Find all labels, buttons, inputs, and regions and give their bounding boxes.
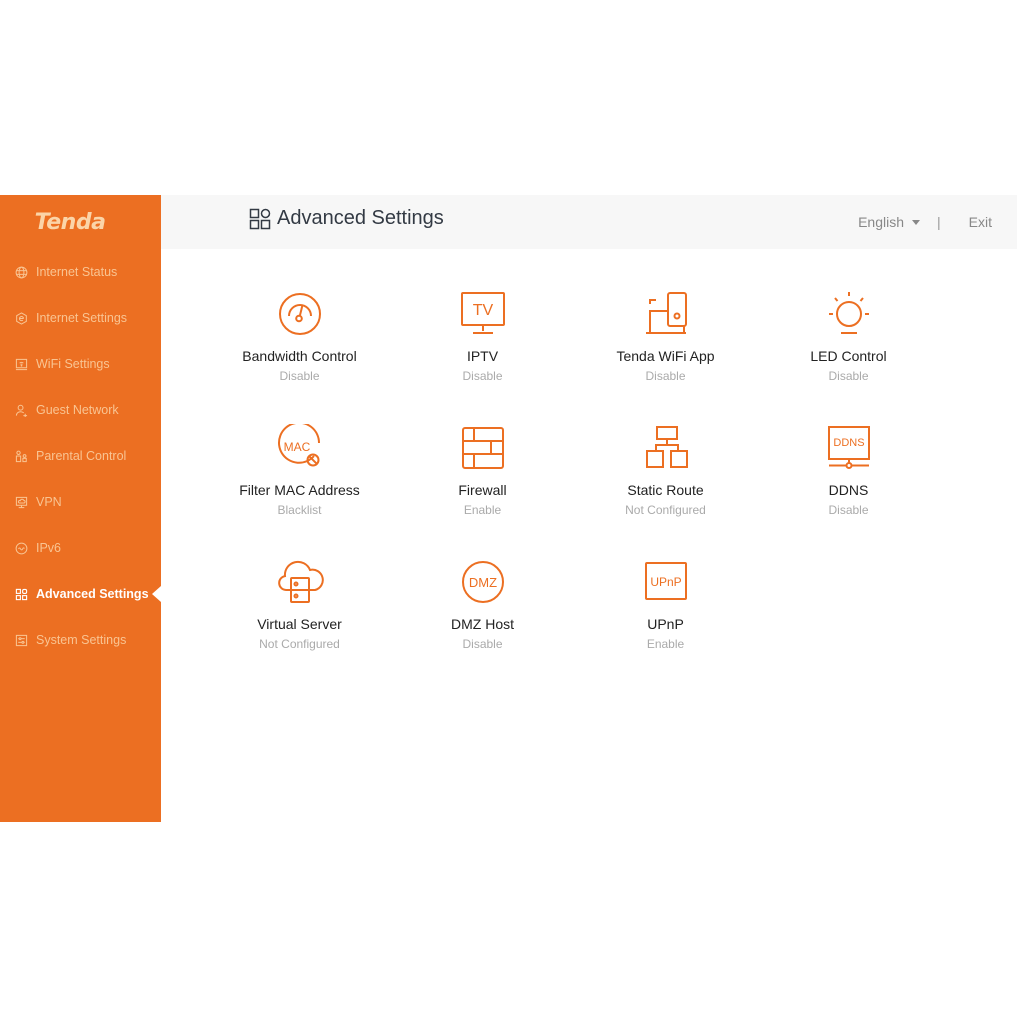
- language-select[interactable]: English: [858, 214, 921, 230]
- brick-wall-icon: [459, 424, 507, 472]
- sidebar: Tenda Internet Status Internet Settings …: [0, 195, 161, 822]
- router-admin-app: Tenda Internet Status Internet Settings …: [0, 195, 1017, 822]
- mac-icon-text: MAC: [283, 440, 310, 454]
- sidebar-item-label: Parental Control: [36, 449, 127, 463]
- ddns-icon-text: DDNS: [833, 437, 864, 449]
- tile-label: Tenda WiFi App: [616, 348, 715, 364]
- internet-settings-icon: [15, 311, 28, 325]
- tile-label: DMZ Host: [451, 616, 514, 632]
- tile-label: Static Route: [627, 482, 704, 498]
- page-title: Advanced Settings: [249, 207, 444, 230]
- tile-status: Disable: [645, 369, 686, 383]
- tile-led-control[interactable]: LED Control Disable: [757, 290, 940, 410]
- tile-label: Firewall: [458, 482, 507, 498]
- tile-label: IPTV: [466, 348, 499, 364]
- tile-label: Filter MAC Address: [239, 482, 360, 498]
- tile-filter-mac-address[interactable]: MAC Filter MAC Address Blacklist: [208, 421, 391, 544]
- sidebar-item-label: Advanced Settings: [36, 587, 149, 601]
- tile-tenda-wifi-app[interactable]: Tenda WiFi App Disable: [574, 290, 757, 410]
- tile-status: Disable: [828, 503, 869, 517]
- tile-status: Disable: [462, 369, 503, 383]
- tile-status: Not Configured: [259, 637, 340, 651]
- advanced-settings-grid: Bandwidth Control Disable TV IPTV Disabl…: [208, 290, 948, 678]
- sidebar-item-internet-status[interactable]: Internet Status: [0, 249, 161, 295]
- chevron-down-icon: [912, 219, 921, 225]
- sidebar-item-guest-network[interactable]: Guest Network: [0, 387, 161, 433]
- tile-status: Enable: [463, 503, 502, 517]
- page-title-text: Advanced Settings: [277, 207, 444, 229]
- guest-user-icon: [15, 404, 28, 417]
- tile-label: Virtual Server: [257, 616, 342, 632]
- tile-status: Disable: [828, 369, 869, 383]
- tv-icon-text: TV: [472, 302, 493, 319]
- phone-app-icon: [642, 290, 690, 338]
- wifi-monitor-icon: [15, 358, 28, 371]
- tile-status: Not Configured: [625, 503, 706, 517]
- tile-status: Blacklist: [277, 503, 322, 517]
- gauge-icon: [276, 290, 324, 338]
- tenda-logo: Tenda: [34, 209, 106, 235]
- tile-upnp[interactable]: UPnP UPnP Enable: [574, 558, 757, 678]
- top-header: Advanced Settings English | Exit: [161, 195, 1017, 249]
- ddns-monitor-icon: DDNS: [825, 424, 873, 472]
- tile-iptv[interactable]: TV IPTV Disable: [391, 290, 574, 410]
- globe-icon: [15, 266, 28, 279]
- cloud-server-icon: [276, 558, 324, 606]
- language-value: English: [858, 214, 905, 230]
- dmz-icon-text: DMZ: [468, 575, 496, 590]
- vpn-monitor-icon: [15, 496, 28, 509]
- exit-link[interactable]: Exit: [969, 214, 992, 230]
- header-divider: |: [937, 214, 941, 230]
- sidebar-item-wifi-settings[interactable]: WiFi Settings: [0, 341, 161, 387]
- ipv6-icon: [15, 542, 28, 555]
- sidebar-item-label: Internet Status: [36, 265, 118, 279]
- tile-label: DDNS: [828, 482, 869, 498]
- light-bulb-icon: [825, 290, 873, 338]
- mac-filter-icon: MAC: [276, 421, 324, 472]
- sidebar-item-label: IPv6: [36, 541, 62, 555]
- tile-label: LED Control: [810, 348, 887, 364]
- tile-label: Bandwidth Control: [242, 348, 357, 364]
- tile-label: UPnP: [647, 616, 684, 632]
- upnp-icon-text: UPnP: [650, 575, 681, 589]
- route-tree-icon: [642, 424, 690, 472]
- tile-static-route[interactable]: Static Route Not Configured: [574, 424, 757, 544]
- tv-icon: TV: [459, 290, 507, 338]
- tile-status: Disable: [279, 369, 320, 383]
- sidebar-item-advanced-settings[interactable]: Advanced Settings: [0, 571, 161, 617]
- tile-virtual-server[interactable]: Virtual Server Not Configured: [208, 558, 391, 678]
- tile-dmz-host[interactable]: DMZ DMZ Host Disable: [391, 558, 574, 678]
- parental-icon: [15, 450, 28, 463]
- grid-icon: [249, 208, 271, 229]
- sidebar-item-label: System Settings: [36, 633, 127, 647]
- tile-status: Disable: [462, 637, 503, 651]
- tile-status: Enable: [646, 637, 685, 651]
- dmz-icon: DMZ: [459, 558, 507, 606]
- sidebar-item-label: WiFi Settings: [36, 357, 110, 371]
- sidebar-item-ipv6[interactable]: IPv6: [0, 525, 161, 571]
- grid-icon: [15, 588, 28, 601]
- sidebar-item-internet-settings[interactable]: Internet Settings: [0, 295, 161, 341]
- tile-bandwidth-control[interactable]: Bandwidth Control Disable: [208, 290, 391, 410]
- tile-ddns[interactable]: DDNS DDNS Disable: [757, 424, 940, 544]
- sidebar-nav: Internet Status Internet Settings WiFi S…: [0, 249, 161, 663]
- sidebar-item-label: Internet Settings: [36, 311, 128, 325]
- sidebar-item-vpn[interactable]: VPN: [0, 479, 161, 525]
- tile-firewall[interactable]: Firewall Enable: [391, 424, 574, 544]
- sidebar-item-label: VPN: [36, 495, 62, 509]
- sidebar-item-parental-control[interactable]: Parental Control: [0, 433, 161, 479]
- sidebar-item-system-settings[interactable]: System Settings: [0, 617, 161, 663]
- header-actions: English | Exit: [858, 214, 992, 230]
- sidebar-item-label: Guest Network: [36, 403, 119, 417]
- upnp-icon: UPnP: [642, 558, 690, 606]
- system-settings-icon: [15, 634, 28, 647]
